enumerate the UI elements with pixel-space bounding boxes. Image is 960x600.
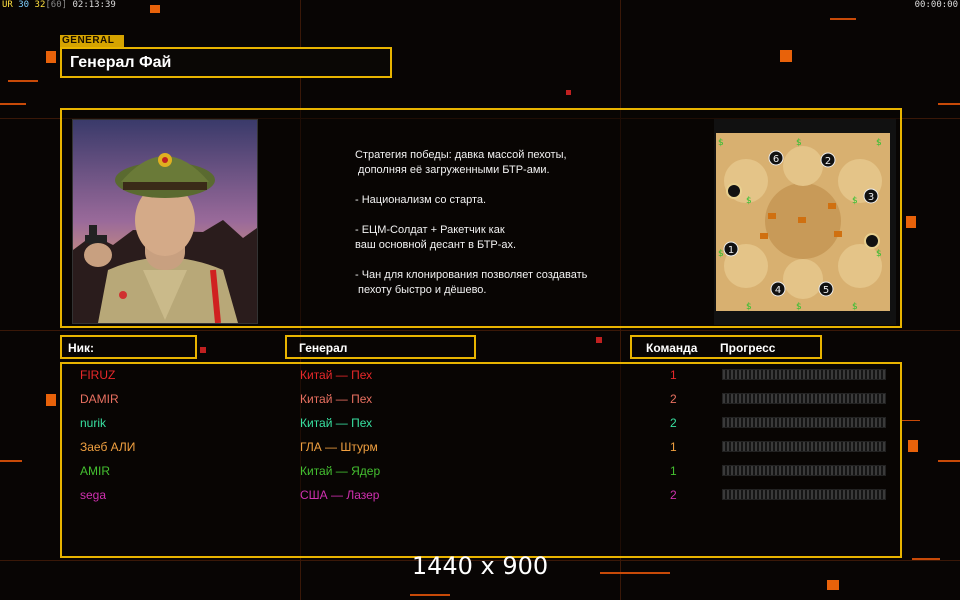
player-team: 1 xyxy=(670,464,677,478)
player-row: Заеб АЛИ ГЛА — Штурм 1 xyxy=(62,436,900,460)
clock: 02:13:39 xyxy=(72,0,116,10)
description-line: Стратегия победы: давка массой пехоты, xyxy=(355,149,567,161)
general-title-box: Генерал Фай xyxy=(60,47,392,78)
description-line: - ЕЦМ-Солдат + Ракетчик как xyxy=(355,224,505,236)
svg-text:$: $ xyxy=(746,302,752,312)
player-row: FIRUZ Китай — Пех 1 xyxy=(62,364,900,388)
svg-text:3: 3 xyxy=(868,192,874,203)
start-position-2: 2 xyxy=(820,152,836,168)
svg-text:$: $ xyxy=(746,196,752,206)
player-progress-bar xyxy=(722,369,886,380)
svg-text:$: $ xyxy=(852,302,858,312)
player-general: США — Лазер xyxy=(300,488,380,502)
player-team: 1 xyxy=(670,368,677,382)
fps-cap: [60] xyxy=(45,0,68,10)
player-row: sega США — Лазер 2 xyxy=(62,484,900,508)
svg-text:4: 4 xyxy=(775,285,781,296)
column-header-team-progress: Команда Прогресс xyxy=(630,335,822,359)
player-row: nurik Китай — Пех 2 xyxy=(62,412,900,436)
start-position-1: 1 xyxy=(723,241,739,257)
player-team: 2 xyxy=(670,392,677,406)
description-line: - Национализм со старта. xyxy=(355,194,487,206)
fps-value: 30 xyxy=(18,0,30,10)
general-description: Стратегия победы: давка массой пехоты, д… xyxy=(355,148,685,298)
start-position-3: 3 xyxy=(863,188,879,204)
player-list: FIRUZ Китай — Пех 1 DAMIR Китай — Пех 2 … xyxy=(60,362,902,558)
fps-value-2: 32 xyxy=(34,0,46,10)
player-team: 2 xyxy=(670,416,677,430)
player-nick: sega xyxy=(80,488,107,502)
svg-text:5: 5 xyxy=(823,285,829,296)
column-header-nick: Ник: xyxy=(60,335,197,359)
game-timer: 00:00:00 xyxy=(914,0,958,10)
description-line: - Чан для клонирования позволяет создава… xyxy=(355,269,588,281)
svg-text:$: $ xyxy=(718,249,724,259)
player-nick: FIRUZ xyxy=(80,368,116,382)
player-nick: DAMIR xyxy=(80,392,119,406)
svg-text:$: $ xyxy=(876,249,882,259)
column-header-general: Генерал xyxy=(285,335,476,359)
start-position-6: 6 xyxy=(768,150,784,166)
player-nick: AMIR xyxy=(80,464,110,478)
player-progress-bar xyxy=(722,465,886,476)
player-team: 1 xyxy=(670,440,677,454)
player-nick: Заеб АЛИ xyxy=(80,440,136,454)
player-progress-bar xyxy=(722,489,886,500)
svg-text:1: 1 xyxy=(728,245,734,256)
start-position-4: 4 xyxy=(770,281,786,297)
description-line: дополняя её загруженными БТР-ами. xyxy=(355,164,550,176)
player-progress-bar xyxy=(722,417,886,428)
general-info-panel: Стратегия победы: давка массой пехоты, д… xyxy=(60,108,902,328)
general-tag: GENERAL xyxy=(60,35,124,47)
map-preview: $ $ $ $ $ $ $ $ $ $ 6 2 3 1 4 5 xyxy=(714,119,896,325)
svg-text:$: $ xyxy=(718,138,724,148)
svg-text:$: $ xyxy=(796,302,802,312)
player-general: Китай — Пех xyxy=(300,392,373,406)
player-general: Китай — Пех xyxy=(300,368,373,382)
svg-text:6: 6 xyxy=(773,154,779,165)
column-header-label: Генерал xyxy=(299,341,348,355)
ur-label: UR xyxy=(2,0,13,10)
player-general: Китай — Пех xyxy=(300,416,373,430)
svg-text:2: 2 xyxy=(825,156,831,167)
player-team: 2 xyxy=(670,488,677,502)
column-header-label: Ник: xyxy=(68,341,95,355)
fps-counter: UR 30 32[60] 02:13:39 xyxy=(2,0,116,10)
description-line: пехоту быстро и дёшево. xyxy=(355,284,487,296)
description-line xyxy=(355,178,685,193)
player-progress-bar xyxy=(722,393,886,404)
svg-text:$: $ xyxy=(796,138,802,148)
player-general: Китай — Ядер xyxy=(300,464,381,478)
player-general: ГЛА — Штурм xyxy=(300,440,378,454)
resolution-label: 1440 x 900 xyxy=(411,552,549,580)
general-portrait xyxy=(72,119,258,324)
player-progress-bar xyxy=(722,441,886,452)
player-row: AMIR Китай — Ядер 1 xyxy=(62,460,900,484)
start-position-5: 5 xyxy=(818,281,834,297)
svg-text:$: $ xyxy=(852,196,858,206)
description-line xyxy=(355,208,685,223)
column-header-team: Команда xyxy=(646,341,698,355)
svg-text:$: $ xyxy=(876,138,882,148)
player-nick: nurik xyxy=(80,416,107,430)
column-header-progress: Прогресс xyxy=(720,341,776,355)
description-line xyxy=(355,253,685,268)
general-name: Генерал Фай xyxy=(70,54,172,71)
description-line: ваш основной десант в БТР-ах. xyxy=(355,239,517,251)
player-row: DAMIR Китай — Пех 2 xyxy=(62,388,900,412)
